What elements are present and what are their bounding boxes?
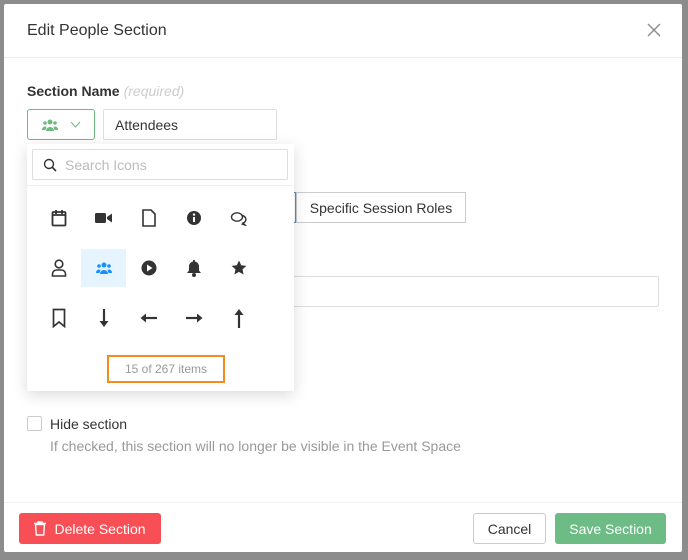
calendar-icon[interactable] (36, 199, 81, 237)
cancel-button[interactable]: Cancel (473, 513, 546, 544)
delete-label: Delete Section (54, 520, 146, 537)
users-icon[interactable] (81, 249, 126, 287)
arrow-up-icon[interactable] (216, 299, 261, 337)
icon-picker-dropdown: 15 of 267 items (27, 144, 294, 391)
play-circle-icon[interactable] (126, 249, 171, 287)
search-icon (43, 158, 57, 172)
bell-icon[interactable] (171, 249, 216, 287)
info-circle-icon[interactable] (171, 199, 216, 237)
modal-header: Edit People Section (4, 4, 682, 58)
required-hint: (required) (123, 83, 185, 99)
footer-divider (4, 502, 682, 503)
modal-title: Edit People Section (27, 22, 167, 39)
delete-section-button[interactable]: Delete Section (19, 513, 161, 544)
arrow-down-icon[interactable] (81, 299, 126, 337)
bookmark-icon[interactable] (36, 299, 81, 337)
divider (27, 185, 294, 186)
section-name-input[interactable] (103, 109, 277, 140)
trash-icon (34, 521, 47, 536)
icon-search-input[interactable] (63, 155, 283, 174)
close-icon[interactable] (646, 22, 662, 38)
item-count: 15 of 267 items (107, 355, 225, 383)
arrow-left-icon[interactable] (126, 299, 171, 337)
users-icon (41, 119, 58, 131)
star-icon[interactable] (216, 249, 261, 287)
video-icon[interactable] (81, 199, 126, 237)
hide-section-label[interactable]: Hide section (50, 416, 127, 432)
segment-label: Specific Session Roles (309, 199, 453, 216)
section-name-label: Section Name (required) (27, 83, 185, 99)
icon-grid (36, 199, 261, 337)
icon-picker-button[interactable] (27, 109, 95, 140)
arrow-right-icon[interactable] (171, 299, 216, 337)
user-icon[interactable] (36, 249, 81, 287)
file-icon[interactable] (126, 199, 171, 237)
comments-icon[interactable] (216, 199, 261, 237)
hide-section-checkbox[interactable] (27, 416, 42, 431)
icon-search-field[interactable] (32, 149, 288, 180)
edit-section-modal: Edit People Section Section Name (require… (4, 4, 682, 552)
segment-specific-session-roles[interactable]: Specific Session Roles (296, 192, 466, 223)
hide-section-help: If checked, this section will no longer … (50, 438, 461, 454)
save-section-button[interactable]: Save Section (555, 513, 666, 544)
chevron-down-icon (70, 121, 81, 128)
